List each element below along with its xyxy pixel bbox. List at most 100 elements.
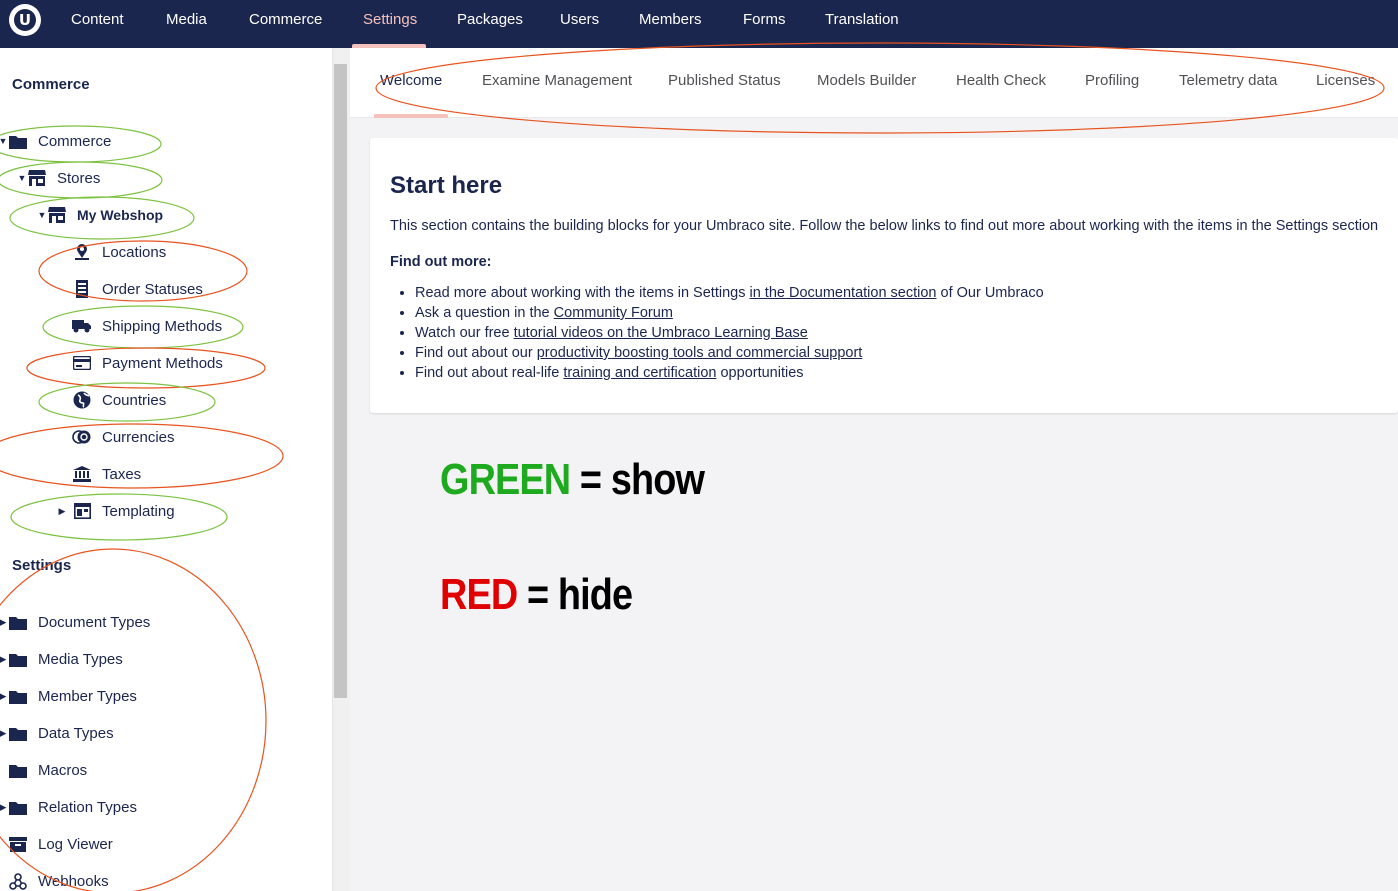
caret-down-icon[interactable]: ▼ — [0, 136, 8, 146]
nav-packages[interactable]: Packages — [457, 0, 523, 40]
documentation-link[interactable]: in the Documentation section — [749, 285, 936, 301]
folder-icon — [8, 613, 28, 631]
list-item: Ask a question in the Community Forum — [415, 303, 1044, 323]
tree-item-currencies[interactable]: Currencies — [72, 425, 175, 449]
bank-icon — [72, 465, 92, 483]
nav-forms[interactable]: Forms — [743, 0, 786, 40]
sidebar-heading-commerce: Commerce — [12, 76, 90, 93]
dashboard-tabs: Welcome Examine Management Published Sta… — [350, 48, 1398, 118]
list-item: Watch our free tutorial videos on the Um… — [415, 323, 1044, 343]
tree-item-locations[interactable]: Locations — [72, 240, 166, 264]
truck-icon — [72, 317, 92, 335]
legend-red-hide: RED = hide — [440, 570, 633, 620]
caret-right-icon[interactable]: ▶ — [57, 506, 67, 517]
archive-icon — [8, 835, 28, 853]
tab-profiling[interactable]: Profiling — [1085, 72, 1139, 89]
umbraco-logo[interactable]: U — [9, 4, 41, 36]
tree-item-label: Currencies — [102, 428, 175, 446]
tree-item-data-types[interactable]: ▶ Data Types — [0, 721, 114, 745]
caret-down-icon[interactable]: ▼ — [37, 210, 47, 220]
folder-icon — [8, 798, 28, 816]
tree-item-label: Data Types — [38, 724, 114, 742]
tab-models-builder[interactable]: Models Builder — [817, 72, 916, 89]
nav-content[interactable]: Content — [71, 0, 124, 40]
tree-item-label: Stores — [57, 169, 101, 187]
sidebar: Commerce ▼ Commerce ▼ Stores ▼ My Websho… — [0, 48, 332, 891]
tree-item-document-types[interactable]: ▶ Document Types — [0, 610, 150, 634]
nav-media[interactable]: Media — [166, 0, 207, 40]
tree-item-log-viewer[interactable]: Log Viewer — [8, 832, 113, 856]
find-out-more-heading: Find out more: — [390, 254, 492, 270]
tree-item-my-webshop[interactable]: ▼ My Webshop — [37, 203, 163, 227]
tree-item-label: Locations — [102, 243, 167, 261]
nav-translation[interactable]: Translation — [825, 0, 899, 40]
tree-item-webhooks[interactable]: Webhooks — [8, 869, 109, 891]
training-link[interactable]: training and certification — [563, 365, 716, 381]
tab-published-status[interactable]: Published Status — [668, 72, 781, 89]
store-icon — [27, 169, 47, 187]
legend-red-word: RED — [440, 570, 518, 619]
tab-licenses[interactable]: Licenses — [1316, 72, 1375, 89]
folder-icon — [8, 761, 28, 779]
list-item-text: Find out about our — [415, 345, 537, 361]
welcome-intro: This section contains the building block… — [390, 218, 1379, 234]
caret-right-icon[interactable]: ▶ — [0, 617, 8, 628]
welcome-title: Start here — [390, 172, 503, 199]
tab-welcome[interactable]: Welcome — [380, 72, 442, 89]
productivity-tools-link[interactable]: productivity boosting tools and commerci… — [537, 345, 863, 361]
receipt-icon — [72, 280, 92, 298]
tab-telemetry-data[interactable]: Telemetry data — [1179, 72, 1277, 89]
caret-right-icon[interactable]: ▶ — [0, 802, 8, 813]
welcome-card: Start here This section contains the bui… — [370, 138, 1398, 413]
tree-item-shipping-methods[interactable]: Shipping Methods — [72, 314, 222, 338]
sidebar-scrollbar-thumb[interactable] — [334, 64, 347, 698]
tree-item-commerce[interactable]: ▼ Commerce — [0, 129, 111, 153]
tree-item-media-types[interactable]: ▶ Media Types — [0, 647, 123, 671]
legend-green-word: GREEN — [440, 455, 571, 504]
list-item: Find out about real-life training and ce… — [415, 363, 1044, 383]
nav-users[interactable]: Users — [560, 0, 599, 40]
caret-right-icon[interactable]: ▶ — [0, 728, 8, 739]
list-item-text: Find out about real-life — [415, 365, 564, 381]
nav-members[interactable]: Members — [639, 0, 702, 40]
legend-red-meaning: = hide — [517, 570, 633, 619]
list-item: Find out about our productivity boosting… — [415, 343, 1044, 363]
tree-item-member-types[interactable]: ▶ Member Types — [0, 684, 137, 708]
caret-down-icon[interactable]: ▼ — [17, 173, 27, 183]
tree-item-stores[interactable]: ▼ Stores — [17, 166, 101, 190]
tree-item-templating[interactable]: ▶ Templating — [57, 499, 175, 523]
tree-item-countries[interactable]: Countries — [72, 388, 166, 412]
nav-settings[interactable]: Settings — [363, 0, 417, 40]
tree-item-order-statuses[interactable]: Order Statuses — [72, 277, 203, 301]
legend-green-show: GREEN = show — [440, 455, 705, 505]
tree-item-label: Macros — [38, 761, 88, 779]
list-item-text: of Our Umbraco — [936, 285, 1044, 301]
folder-icon — [8, 687, 28, 705]
tree-item-taxes[interactable]: Taxes — [72, 462, 141, 486]
tree-item-label: Taxes — [102, 465, 142, 483]
list-item-text: Watch our free — [415, 325, 514, 341]
community-forum-link[interactable]: Community Forum — [554, 305, 673, 321]
tab-examine-management[interactable]: Examine Management — [482, 72, 632, 89]
tree-item-label: My Webshop — [77, 207, 164, 223]
tree-item-label: Countries — [102, 391, 167, 409]
tree-item-label: Member Types — [38, 687, 137, 705]
welcome-links-list: Read more about working with the items i… — [415, 283, 1044, 383]
caret-right-icon[interactable]: ▶ — [0, 691, 8, 702]
tree-item-payment-methods[interactable]: Payment Methods — [72, 351, 223, 375]
folder-icon — [8, 724, 28, 742]
tree-item-label: Document Types — [38, 613, 151, 631]
tutorial-videos-link[interactable]: tutorial videos on the Umbraco Learning … — [514, 325, 808, 341]
tree-item-label: Log Viewer — [38, 835, 113, 853]
template-icon — [72, 502, 92, 520]
tree-item-label: Relation Types — [38, 798, 137, 816]
list-item-text: Read more about working with the items i… — [415, 285, 750, 301]
tree-item-macros[interactable]: Macros — [8, 758, 87, 782]
tab-health-check[interactable]: Health Check — [956, 72, 1046, 89]
caret-right-icon[interactable]: ▶ — [0, 654, 8, 665]
folder-icon — [8, 132, 28, 150]
coins-icon — [72, 428, 92, 446]
tree-item-relation-types[interactable]: ▶ Relation Types — [0, 795, 137, 819]
nav-commerce[interactable]: Commerce — [249, 0, 322, 40]
top-header: U Content Media Commerce Settings Packag… — [0, 0, 1398, 48]
